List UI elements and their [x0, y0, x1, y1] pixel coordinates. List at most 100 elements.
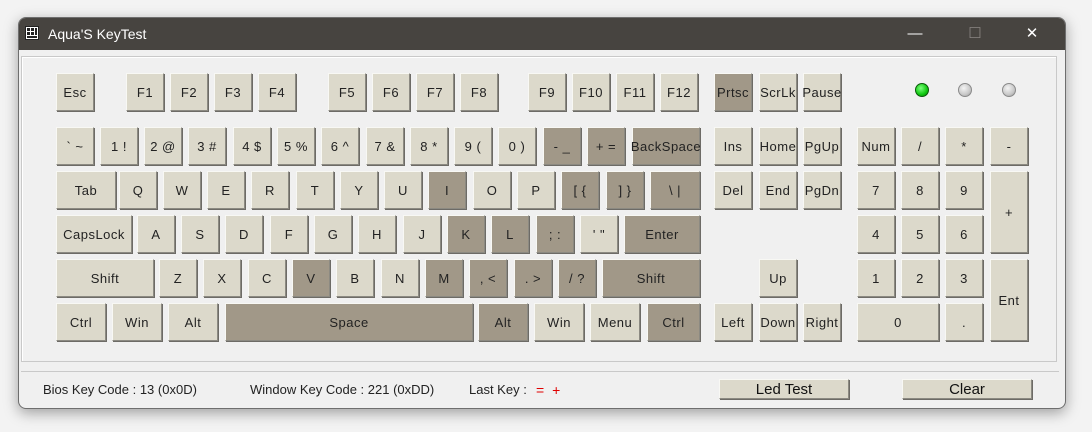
key-menu[interactable]: Menu	[590, 303, 640, 341]
key-np-sub[interactable]: -	[990, 127, 1028, 165]
key-j[interactable]: J	[403, 215, 441, 253]
key-f8[interactable]: F8	[460, 73, 498, 111]
key-f1[interactable]: F1	[126, 73, 164, 111]
key-lbracket[interactable]: [ {	[561, 171, 599, 209]
key-up[interactable]: Up	[759, 259, 797, 297]
key-np4[interactable]: 4	[857, 215, 895, 253]
key-0[interactable]: 0 )	[498, 127, 536, 165]
led-test-button[interactable]: Led Test	[719, 379, 849, 399]
key-f3[interactable]: F3	[214, 73, 252, 111]
clear-button[interactable]: Clear	[902, 379, 1032, 399]
key-v[interactable]: V	[292, 259, 330, 297]
key-n[interactable]: N	[381, 259, 419, 297]
title-bar[interactable]: Aqua'S KeyTest — ☐ ✕	[19, 18, 1065, 50]
key-o[interactable]: O	[473, 171, 511, 209]
key-e[interactable]: E	[207, 171, 245, 209]
key-left[interactable]: Left	[714, 303, 752, 341]
key-9[interactable]: 9 (	[454, 127, 492, 165]
key-np-enter[interactable]: Ent	[990, 259, 1028, 341]
key-f11[interactable]: F11	[616, 73, 654, 111]
key-np6[interactable]: 6	[945, 215, 983, 253]
key-c[interactable]: C	[248, 259, 286, 297]
key-6[interactable]: 6 ^	[321, 127, 359, 165]
key-i[interactable]: I	[428, 171, 466, 209]
close-button[interactable]: ✕	[1009, 18, 1055, 50]
key-f12[interactable]: F12	[660, 73, 698, 111]
key-rbracket[interactable]: ] }	[606, 171, 644, 209]
key-2[interactable]: 2 @	[144, 127, 182, 165]
key-y[interactable]: Y	[340, 171, 378, 209]
key-np-div[interactable]: /	[901, 127, 939, 165]
key-d[interactable]: D	[225, 215, 263, 253]
key-comma[interactable]: , <	[469, 259, 507, 297]
key-lalt[interactable]: Alt	[168, 303, 218, 341]
key-np8[interactable]: 8	[901, 171, 939, 209]
key-rctrl[interactable]: Ctrl	[647, 303, 700, 341]
key-f6[interactable]: F6	[372, 73, 410, 111]
key-q[interactable]: Q	[119, 171, 157, 209]
key-3[interactable]: 3 #	[188, 127, 226, 165]
key-k[interactable]: K	[447, 215, 485, 253]
key-np-dot[interactable]: .	[945, 303, 983, 341]
minimize-button[interactable]: —	[892, 18, 938, 50]
key-f[interactable]: F	[270, 215, 308, 253]
key-del[interactable]: Del	[714, 171, 752, 209]
key-a[interactable]: A	[137, 215, 175, 253]
key-pause[interactable]: Pause	[802, 73, 841, 111]
key-np5[interactable]: 5	[901, 215, 939, 253]
key-u[interactable]: U	[384, 171, 422, 209]
key-p[interactable]: P	[517, 171, 555, 209]
key-np-add[interactable]: +	[990, 171, 1028, 253]
key-7[interactable]: 7 &	[366, 127, 404, 165]
key-b[interactable]: B	[336, 259, 374, 297]
key-np3[interactable]: 3	[945, 259, 983, 297]
key-ralt[interactable]: Alt	[478, 303, 528, 341]
key-down[interactable]: Down	[759, 303, 797, 341]
key-backspace[interactable]: BackSpace	[631, 127, 701, 165]
key-quote[interactable]: ' "	[580, 215, 618, 253]
maximize-button[interactable]: ☐	[952, 18, 998, 50]
key-f2[interactable]: F2	[170, 73, 208, 111]
key-f9[interactable]: F9	[528, 73, 566, 111]
key-m[interactable]: M	[425, 259, 463, 297]
key-np0[interactable]: 0	[857, 303, 939, 341]
key-num[interactable]: Num	[857, 127, 895, 165]
key-np-mul[interactable]: *	[945, 127, 983, 165]
key-space[interactable]: Space	[225, 303, 473, 341]
key-backslash[interactable]: \ |	[650, 171, 700, 209]
key-home[interactable]: Home	[759, 127, 797, 165]
key-pgup[interactable]: PgUp	[803, 127, 841, 165]
key-np2[interactable]: 2	[901, 259, 939, 297]
key-f10[interactable]: F10	[572, 73, 610, 111]
key-r[interactable]: R	[251, 171, 289, 209]
key-lctrl[interactable]: Ctrl	[56, 303, 106, 341]
key-1[interactable]: 1 !	[100, 127, 138, 165]
key-right[interactable]: Right	[803, 303, 841, 341]
key-l[interactable]: L	[491, 215, 529, 253]
key-z[interactable]: Z	[159, 259, 197, 297]
key-np9[interactable]: 9	[945, 171, 983, 209]
key-scrlk[interactable]: ScrLk	[759, 73, 797, 111]
key-g[interactable]: G	[314, 215, 352, 253]
key-lwin[interactable]: Win	[112, 303, 162, 341]
key-s[interactable]: S	[181, 215, 219, 253]
key-x[interactable]: X	[203, 259, 241, 297]
key-equal[interactable]: + =	[587, 127, 625, 165]
key-w[interactable]: W	[163, 171, 201, 209]
key-enter[interactable]: Enter	[624, 215, 700, 253]
key-tab[interactable]: Tab	[56, 171, 116, 209]
key-period[interactable]: . >	[514, 259, 552, 297]
key-f4[interactable]: F4	[258, 73, 296, 111]
key-semicolon[interactable]: ; :	[536, 215, 574, 253]
key-ins[interactable]: Ins	[714, 127, 752, 165]
key-5[interactable]: 5 %	[277, 127, 315, 165]
key-minus[interactable]: - _	[543, 127, 581, 165]
key-pgdn[interactable]: PgDn	[803, 171, 841, 209]
key-t[interactable]: T	[296, 171, 334, 209]
key-np1[interactable]: 1	[857, 259, 895, 297]
key-lshift[interactable]: Shift	[56, 259, 154, 297]
key-8[interactable]: 8 *	[410, 127, 448, 165]
key-rwin[interactable]: Win	[534, 303, 584, 341]
key-h[interactable]: H	[358, 215, 396, 253]
key-f5[interactable]: F5	[328, 73, 366, 111]
